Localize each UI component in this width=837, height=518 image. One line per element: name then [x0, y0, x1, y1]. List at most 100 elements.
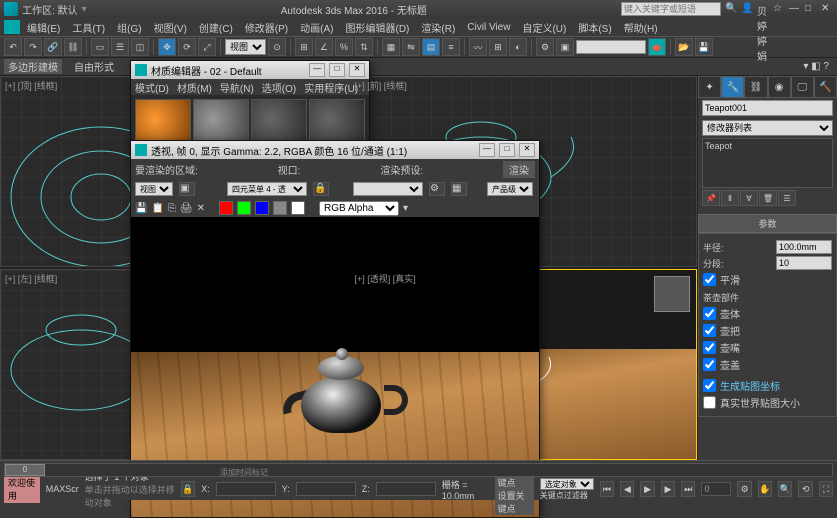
time-slider-track[interactable]: 0	[4, 463, 833, 477]
render-product-dropdown[interactable]: 产品级	[487, 182, 533, 196]
render-preset-dropdown[interactable]	[353, 182, 423, 196]
lid-checkbox[interactable]	[703, 358, 716, 371]
play-icon[interactable]: ▶	[640, 481, 654, 497]
show-end-icon[interactable]: Ⅱ	[721, 190, 739, 206]
menu-tools[interactable]: 工具(T)	[67, 20, 110, 35]
select-button[interactable]: ▭	[91, 38, 109, 56]
mateditor-menu-modes[interactable]: 模式(D)	[135, 80, 169, 95]
menu-script[interactable]: 脚本(S)	[573, 20, 616, 35]
display-tab[interactable]: 🖵	[791, 76, 814, 98]
key-filters-button[interactable]: 关键点过滤器	[540, 490, 594, 501]
motion-tab[interactable]: ◉	[768, 76, 791, 98]
time-slider[interactable]: 0	[5, 464, 45, 476]
material-editor-button[interactable]: ◐	[509, 38, 527, 56]
pivot-button[interactable]: ⊙	[268, 38, 286, 56]
lock-selection-icon[interactable]: 🔒	[181, 481, 195, 497]
green-channel-toggle[interactable]	[237, 201, 251, 215]
modifier-stack[interactable]: Teapot	[702, 138, 833, 188]
alpha-channel-toggle[interactable]	[273, 201, 287, 215]
mirror-button[interactable]: ⇋	[402, 38, 420, 56]
y-coord-input[interactable]	[296, 482, 356, 496]
link-button[interactable]: 🔗	[44, 38, 62, 56]
menu-civil[interactable]: Civil View	[462, 22, 515, 33]
app-menu-icon[interactable]	[4, 20, 20, 34]
modify-tab[interactable]: 🔧	[721, 76, 744, 98]
z-coord-input[interactable]	[376, 482, 436, 496]
mateditor-menu-util[interactable]: 实用程序(U)	[304, 80, 358, 95]
favorite-icon[interactable]: ☆	[773, 3, 785, 15]
time-tag-button[interactable]: 添加时间标记	[220, 467, 268, 478]
menu-modifiers[interactable]: 修改器(P)	[240, 20, 293, 35]
handle-checkbox[interactable]	[703, 324, 716, 337]
render-setup-icon[interactable]: ⚙	[429, 182, 445, 196]
menu-views[interactable]: 视图(V)	[149, 20, 192, 35]
channel-config-icon[interactable]: ▾	[403, 203, 408, 214]
smooth-checkbox[interactable]	[703, 273, 716, 286]
help-search-input[interactable]	[621, 2, 721, 16]
copy-image-icon[interactable]: 📋	[151, 203, 163, 214]
stack-item[interactable]: Teapot	[703, 139, 832, 153]
mateditor-close-icon[interactable]: ✕	[349, 63, 365, 77]
curve-editor-button[interactable]: 〰	[469, 38, 487, 56]
menu-group[interactable]: 组(G)	[112, 20, 146, 35]
key-target-dropdown[interactable]: 选定对象	[540, 478, 594, 490]
mateditor-titlebar[interactable]: 材质编辑器 - 02 - Default — □ ✕	[131, 61, 369, 79]
object-name-input[interactable]	[702, 100, 833, 116]
x-coord-input[interactable]	[216, 482, 276, 496]
menu-custom[interactable]: 自定义(U)	[517, 20, 571, 35]
scale-button[interactable]: ⤢	[198, 38, 216, 56]
next-frame-icon[interactable]: ▶	[661, 481, 675, 497]
real-world-checkbox[interactable]	[703, 396, 716, 409]
select-region-button[interactable]: ◫	[131, 38, 149, 56]
save-image-icon[interactable]: 💾	[135, 203, 147, 214]
pan-view-icon[interactable]: ✋	[758, 481, 772, 497]
maximize-viewport-icon[interactable]: ⛶	[819, 481, 833, 497]
redo-button[interactable]: ↷	[24, 38, 42, 56]
select-name-button[interactable]: ☰	[111, 38, 129, 56]
unlink-button[interactable]: ⛓	[64, 38, 82, 56]
lock-viewport-icon[interactable]: 🔒	[313, 182, 329, 196]
mateditor-menu-material[interactable]: 材质(M)	[177, 80, 212, 95]
script-listener[interactable]: MAXScr	[46, 484, 79, 494]
remove-mod-icon[interactable]: 🗑	[759, 190, 777, 206]
named-sel-button[interactable]: ▦	[382, 38, 400, 56]
spout-checkbox[interactable]	[703, 341, 716, 354]
mateditor-menu-nav[interactable]: 导航(N)	[220, 80, 254, 95]
close-icon[interactable]: ✕	[821, 3, 833, 15]
ribbon-polymod[interactable]: 多边形建模	[4, 59, 62, 74]
orbit-icon[interactable]: ⟲	[798, 481, 812, 497]
goto-start-icon[interactable]: ⏮	[600, 481, 614, 497]
move-button[interactable]: ✥	[158, 38, 176, 56]
renderwin-maximize-icon[interactable]: □	[499, 143, 515, 157]
menu-animation[interactable]: 动画(A)	[295, 20, 338, 35]
align-button[interactable]: ▤	[422, 38, 440, 56]
menu-rendering[interactable]: 渲染(R)	[416, 20, 460, 35]
save-button[interactable]: 💾	[695, 38, 713, 56]
percent-snap-button[interactable]: %	[335, 38, 353, 56]
render-frame-button[interactable]: ▣	[556, 38, 574, 56]
clone-image-icon[interactable]: ⎘	[168, 203, 176, 214]
render-area-dropdown[interactable]: 视图	[135, 182, 173, 196]
mateditor-maximize-icon[interactable]: □	[329, 63, 345, 77]
search-icon[interactable]: 🔍	[725, 3, 737, 15]
create-tab[interactable]: ✦	[698, 76, 721, 98]
render-button[interactable]: 渲染	[503, 161, 535, 178]
viewcube[interactable]	[654, 276, 690, 312]
menu-graph[interactable]: 图形编辑器(D)	[341, 20, 415, 35]
radius-spinner[interactable]	[776, 240, 832, 254]
render-setup-button[interactable]: ⚙	[536, 38, 554, 56]
mateditor-menu-options[interactable]: 选项(O)	[262, 80, 296, 95]
coord-system-dropdown[interactable]: 视图	[225, 39, 266, 55]
layers-button[interactable]: ≡	[442, 38, 460, 56]
make-unique-icon[interactable]: ∀	[740, 190, 758, 206]
print-icon[interactable]: 🖨	[180, 203, 193, 214]
goto-end-icon[interactable]: ⏭	[681, 481, 695, 497]
modifier-list-dropdown[interactable]: 修改器列表	[702, 120, 833, 136]
env-icon[interactable]: ▦	[451, 182, 467, 196]
params-rollout-header[interactable]: 参数	[698, 214, 837, 233]
renderwin-titlebar[interactable]: 透视, 帧 0, 显示 Gamma: 2.2, RGBA 颜色 16 位/通道 …	[131, 141, 539, 159]
renderwin-minimize-icon[interactable]: —	[479, 143, 495, 157]
red-channel-toggle[interactable]	[219, 201, 233, 215]
spinner-snap-button[interactable]: ⇅	[355, 38, 373, 56]
mateditor-minimize-icon[interactable]: —	[309, 63, 325, 77]
